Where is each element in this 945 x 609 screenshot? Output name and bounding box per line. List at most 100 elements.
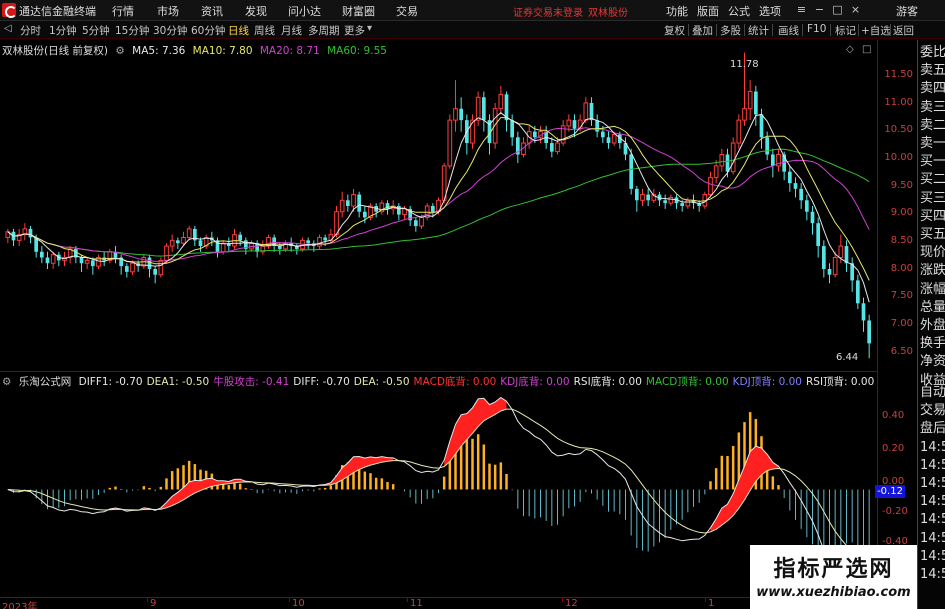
period-tab-multi[interactable]: 多周期 xyxy=(308,23,340,38)
btn-multi-stock[interactable]: 多股 xyxy=(720,23,741,38)
ma5-value: MA5: 7.36 xyxy=(132,45,186,57)
side-panel-label: 涨幅 xyxy=(920,281,945,297)
sub-indicator-value: 牛股攻击: -0.41 xyxy=(213,376,290,388)
candle-body xyxy=(680,203,685,206)
btn-add-watchlist[interactable]: +自选 xyxy=(861,23,891,38)
y-tick: 11.50 xyxy=(884,69,913,80)
y-tick: 11.00 xyxy=(884,97,913,108)
candle-body xyxy=(238,234,243,241)
sub-indicator-value: DIFF1: -0.70 xyxy=(78,376,143,388)
candle-body xyxy=(317,236,322,247)
candle-body xyxy=(730,142,736,173)
side-panel-label: 卖五 xyxy=(920,63,945,79)
period-tab-daily[interactable]: 日线 xyxy=(228,23,249,38)
candle-body xyxy=(351,194,356,207)
period-tab-60min[interactable]: 60分钟 xyxy=(191,23,225,38)
period-tab-15min[interactable]: 15分钟 xyxy=(115,23,149,38)
menu-function[interactable]: 功能 xyxy=(666,3,688,19)
candle-body xyxy=(663,200,668,204)
side-panel-label: 外盘 xyxy=(920,318,945,333)
sub-indicator-values: DIFF1: -0.70 DEA1: -0.50 牛股攻击: -0.41 DIFF: … xyxy=(79,376,879,388)
side-panel-label: 总量 xyxy=(920,299,945,315)
btn-mark[interactable]: 标记 xyxy=(835,23,856,38)
square-icon[interactable]: □ xyxy=(862,44,871,55)
candle-body xyxy=(498,93,504,110)
candle-body xyxy=(855,280,860,304)
candle-body xyxy=(765,137,770,155)
side-panel-label: 买一 xyxy=(920,154,945,170)
more-dropdown-icon[interactable]: ▾ xyxy=(367,23,372,34)
menu-discover[interactable]: 发现 xyxy=(245,3,267,19)
period-tab-weekly[interactable]: 周线 xyxy=(254,23,275,38)
toolbar-collapse-icon[interactable]: ◁ xyxy=(4,23,12,34)
side-panel-detail: 交易 xyxy=(920,403,945,419)
candle-body xyxy=(175,240,180,244)
side-panel-label: 卖三 xyxy=(920,99,945,115)
sub-settings-gear-icon[interactable]: ⚙ xyxy=(2,376,11,388)
btn-f10[interactable]: F10 xyxy=(807,23,826,35)
sub-indicator-value: KDJ顶背: 0.00 xyxy=(732,376,802,388)
sub-indicator-value: RSI顶背: 0.00 xyxy=(805,376,875,388)
candle-body xyxy=(861,303,866,321)
side-panel-label: 净资 xyxy=(920,354,945,370)
y-tick: 6.50 xyxy=(890,346,913,357)
btn-statistics[interactable]: 统计 xyxy=(748,23,769,38)
candle-body xyxy=(481,97,486,121)
period-tab-1min[interactable]: 1分钟 xyxy=(49,23,77,38)
window-menu-icon[interactable]: ≡ xyxy=(795,3,808,16)
candle-body xyxy=(147,257,152,269)
candle-body xyxy=(186,228,192,238)
candle-body xyxy=(713,165,719,178)
window-minimize-icon[interactable]: − xyxy=(813,3,826,16)
menu-options[interactable]: 选项 xyxy=(759,3,781,19)
candle-body xyxy=(770,154,775,166)
period-tab-monthly[interactable]: 月线 xyxy=(281,23,302,38)
window-close-icon[interactable]: × xyxy=(849,3,862,16)
diamond-icon[interactable]: ◇ xyxy=(846,44,854,55)
menu-trade[interactable]: 交易 xyxy=(396,3,418,19)
menu-formula[interactable]: 公式 xyxy=(728,3,750,19)
top-stock-name: 双林股份 xyxy=(588,8,628,19)
period-tab-30min[interactable]: 30分钟 xyxy=(153,23,187,38)
high-price-label: 11.78 xyxy=(730,59,759,70)
btn-back[interactable]: 返回 xyxy=(893,23,914,38)
candle-body xyxy=(753,91,758,115)
x-tick xyxy=(562,598,563,602)
period-tab-more[interactable]: 更多 xyxy=(344,23,365,38)
macd-indicator-chart[interactable] xyxy=(0,372,877,597)
menu-wealth[interactable]: 财富圈 xyxy=(342,3,375,19)
x-tick xyxy=(407,598,408,602)
side-panel-label: 卖二 xyxy=(920,117,945,133)
menu-market[interactable]: 市场 xyxy=(157,3,179,19)
candle-body xyxy=(832,257,838,276)
watermark-title: 指标严选网 xyxy=(773,557,894,582)
guest-user[interactable]: 游客 xyxy=(896,3,918,19)
y-tick: 8.00 xyxy=(890,263,913,274)
menu-news[interactable]: 资讯 xyxy=(201,3,223,19)
trade-login-notice[interactable]: 证券交易未登录 xyxy=(513,4,583,19)
side-panel-label: 买五 xyxy=(920,227,945,242)
period-toolbar: ◁ 分时 1分钟 5分钟 15分钟 30分钟 60分钟 日线 周线 月线 多周期… xyxy=(0,21,945,39)
side-panel-label: 换手 xyxy=(920,336,945,352)
candle-body xyxy=(821,246,826,269)
btn-adjust-price[interactable]: 复权 xyxy=(664,23,685,38)
candle-body xyxy=(600,131,605,138)
candle-body xyxy=(153,268,158,275)
menu-market-quotes[interactable]: 行情 xyxy=(112,3,134,19)
menu-ask[interactable]: 问小达 xyxy=(288,3,321,19)
candle-body xyxy=(84,259,90,264)
candlestick-chart[interactable] xyxy=(0,40,877,372)
btn-draw-line[interactable]: 画线 xyxy=(778,23,799,38)
candle-body xyxy=(39,251,44,258)
period-tab-intraday[interactable]: 分时 xyxy=(20,23,41,38)
candle-body xyxy=(793,183,798,189)
window-maximize-icon[interactable]: □ xyxy=(831,3,844,16)
sub-chart-title: 乐淘公式网 xyxy=(18,376,72,388)
period-tab-5min[interactable]: 5分钟 xyxy=(82,23,110,38)
side-panel-label: 涨跌 xyxy=(920,263,945,279)
btn-overlay[interactable]: 叠加 xyxy=(692,23,713,38)
candle-body xyxy=(169,239,175,247)
settings-gear-icon[interactable]: ⚙ xyxy=(115,45,124,57)
menu-layout[interactable]: 版面 xyxy=(697,3,719,19)
candle-body xyxy=(555,142,560,153)
